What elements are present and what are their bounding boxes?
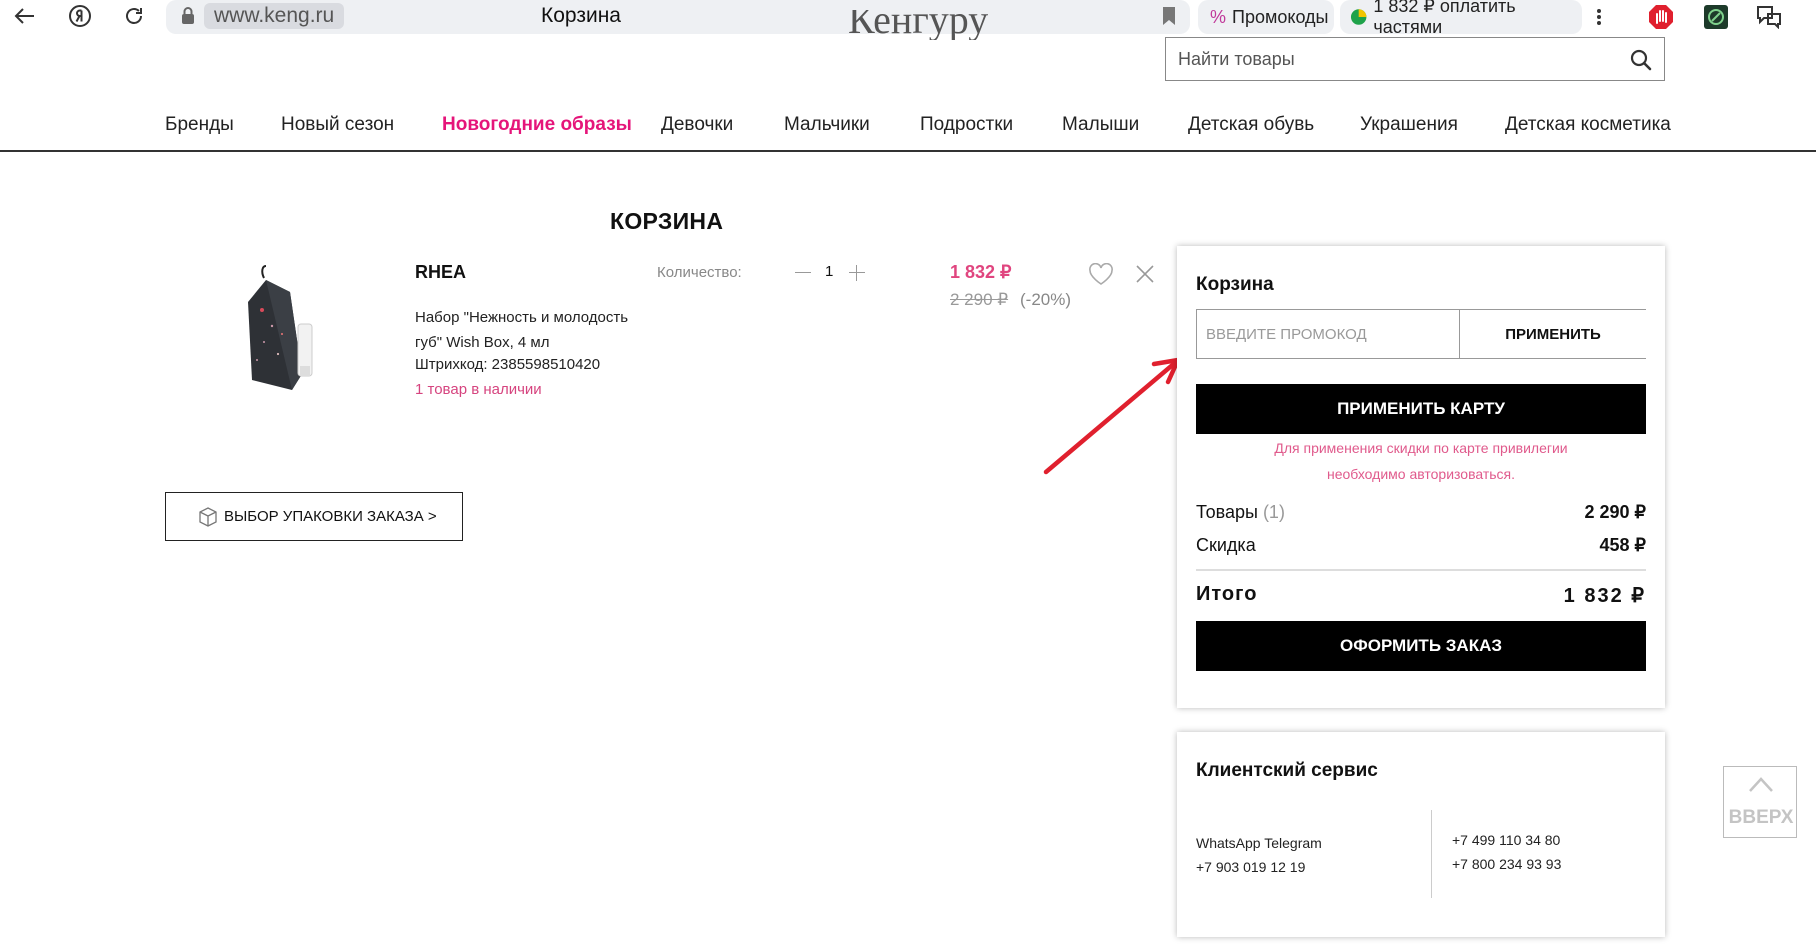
card-note-line-1: Для применения скидки по карте привилеги… <box>1274 440 1568 456</box>
reload-button[interactable] <box>116 0 152 32</box>
total-row: Итого 1 832 ₽ <box>1196 583 1646 607</box>
packaging-choice-label: ВЫБОР УПАКОВКИ ЗАКАЗА > <box>224 508 437 525</box>
percent-icon: % <box>1210 6 1227 27</box>
phone-1[interactable]: +7 499 110 34 80 <box>1452 828 1561 852</box>
quantity-label: Количество: <box>657 264 742 281</box>
packaging-choice-button[interactable]: ВЫБОР УПАКОВКИ ЗАКАЗА > <box>165 492 463 541</box>
search-input[interactable] <box>1176 44 1616 74</box>
page-title-in-address-bar: Корзина <box>541 4 621 27</box>
back-arrow-icon <box>14 8 34 24</box>
phone-2[interactable]: +7 800 234 93 93 <box>1452 852 1561 876</box>
back-button[interactable] <box>6 0 42 32</box>
installment-label: 1 832 ₽ оплатить частями <box>1373 0 1516 37</box>
goods-value: 2 290 ₽ <box>1584 502 1647 522</box>
more-menu-icon[interactable] <box>1586 4 1612 30</box>
site-logo[interactable]: Кенгуру <box>848 10 988 40</box>
total-label: Итого <box>1196 583 1258 605</box>
messenger-contacts: WhatsApp Telegram +7 903 019 12 19 <box>1196 831 1322 879</box>
promo-codes-label: Промокоды <box>1232 6 1329 27</box>
quantity-increase-button[interactable] <box>846 262 868 284</box>
product-brand[interactable]: RHEA <box>415 262 466 283</box>
heart-icon[interactable] <box>1088 263 1114 287</box>
messenger-links[interactable]: WhatsApp Telegram <box>1196 831 1322 855</box>
apply-promo-button[interactable]: ПРИМЕНИТЬ <box>1459 310 1646 358</box>
adblock-hand-icon[interactable] <box>1648 4 1674 30</box>
split-pay-icon <box>1350 9 1367 25</box>
product-image[interactable] <box>242 262 330 390</box>
customer-service-card: Клиентский сервис WhatsApp Telegram +7 9… <box>1177 732 1665 937</box>
installment-chip[interactable]: 1 832 ₽ оплатить частями <box>1340 0 1582 37</box>
card-note-line-2: необходимо авторизоваться. <box>1326 466 1515 482</box>
annotation-arrow-icon <box>1043 357 1181 475</box>
chevron-up-icon <box>1749 777 1773 792</box>
total-value: 1 832 ₽ <box>1563 585 1646 607</box>
nav-item-babies[interactable]: Малыши <box>1062 114 1139 136</box>
product-description[interactable]: Набор "Нежность и молодость губ" Wish Bo… <box>415 305 655 355</box>
apply-card-button[interactable]: ПРИМЕНИТЬ КАРТУ <box>1196 384 1646 434</box>
old-price: 2 290 ₽ <box>950 290 1009 309</box>
current-price: 1 832 ₽ <box>950 262 1012 282</box>
nav-item-kids-shoes[interactable]: Детская обувь <box>1188 114 1314 136</box>
stock-status: 1 товар в наличии <box>415 381 542 398</box>
search-box <box>1165 37 1665 81</box>
phone-contacts: +7 499 110 34 80 +7 800 234 93 93 <box>1452 828 1561 876</box>
nav-item-boys[interactable]: Мальчики <box>784 114 870 136</box>
order-summary-card: Корзина ПРИМЕНИТЬ ПРИМЕНИТЬ КАРТУ Для пр… <box>1177 246 1665 708</box>
quantity-value: 1 <box>825 263 834 280</box>
messenger-phone[interactable]: +7 903 019 12 19 <box>1196 855 1322 879</box>
goods-row: Товары (1) 2 290 ₽ <box>1196 502 1646 523</box>
scroll-to-top-button[interactable]: ВВЕРХ <box>1723 766 1797 838</box>
yandex-logo-icon <box>69 5 91 27</box>
nav-item-new-year-looks[interactable]: Новогодние образы <box>442 114 632 136</box>
discount-row: Скидка 458 ₽ <box>1196 535 1646 556</box>
url-domain[interactable]: www.keng.ru <box>204 3 345 29</box>
service-divider <box>1431 810 1432 898</box>
search-icon[interactable] <box>1630 49 1652 71</box>
discount-percent: (-20%) <box>1020 290 1072 309</box>
nav-item-kids-cosmetics[interactable]: Детская косметика <box>1505 114 1671 136</box>
discount-value: 458 ₽ <box>1599 535 1647 555</box>
promo-code-input[interactable] <box>1197 310 1459 358</box>
bookmark-icon[interactable] <box>1162 6 1176 26</box>
checkout-button[interactable]: ОФОРМИТЬ ЗАКАЗ <box>1196 621 1646 671</box>
goods-count: (1) <box>1262 502 1285 522</box>
promo-code-form: ПРИМЕНИТЬ <box>1196 309 1646 359</box>
close-icon[interactable] <box>1135 264 1155 284</box>
discount-label: Скидка <box>1196 535 1256 555</box>
nav-item-teens[interactable]: Подростки <box>920 114 1013 136</box>
product-barcode: Штрихкод: 2385598510420 <box>415 356 601 373</box>
nav-item-jewelry[interactable]: Украшения <box>1360 114 1458 136</box>
lock-icon <box>182 7 194 24</box>
yandex-home-button[interactable] <box>62 0 98 32</box>
box-icon <box>199 507 217 527</box>
summary-title: Корзина <box>1196 274 1274 295</box>
nav-item-brands[interactable]: Бренды <box>165 114 234 136</box>
main-navigation: Бренды Новый сезон Новогодние образы Дев… <box>0 108 1816 152</box>
promo-codes-chip[interactable]: % Промокоды <box>1198 0 1334 34</box>
scroll-to-top-label: ВВЕРХ <box>1728 807 1794 828</box>
nav-item-girls[interactable]: Девочки <box>661 114 733 136</box>
cart-heading: КОРЗИНА <box>610 208 724 234</box>
service-title: Клиентский сервис <box>1196 760 1378 781</box>
nav-item-new-season[interactable]: Новый сезон <box>281 114 394 136</box>
quantity-decrease-button[interactable] <box>792 262 814 284</box>
address-bar[interactable]: www.keng.ru Корзина <box>166 0 1190 34</box>
card-auth-note: Для применения скидки по карте привилеги… <box>1196 435 1646 487</box>
goods-label: Товары <box>1196 502 1258 522</box>
green-extension-icon[interactable] <box>1703 4 1729 30</box>
translate-chat-icon[interactable] <box>1756 4 1782 30</box>
summary-divider <box>1196 569 1646 571</box>
reload-icon <box>126 8 142 24</box>
